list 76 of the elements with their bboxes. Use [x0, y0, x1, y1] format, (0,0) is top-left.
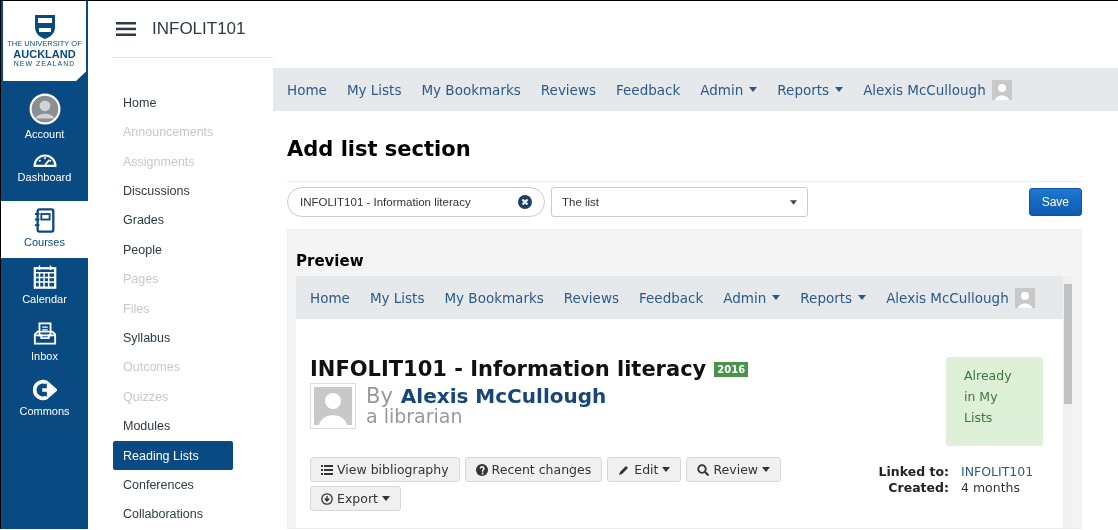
global-nav-item[interactable]: Account [1, 87, 88, 144]
by-label: By [366, 386, 393, 407]
meta-link[interactable]: INFOLIT101 [961, 464, 1043, 479]
exit-arrow-icon [32, 378, 57, 402]
download-icon [321, 492, 333, 505]
course-nav-link[interactable]: Reading Lists [113, 440, 233, 471]
course-nav-link[interactable]: Discussions [113, 176, 233, 206]
list-title: INFOLIT101 - Information literacy [310, 357, 707, 381]
course-nav-link[interactable]: Conferences [113, 470, 233, 500]
nav-link[interactable]: Admin [690, 81, 768, 98]
toolbar-button[interactable]: Review [686, 457, 782, 482]
author-link[interactable]: Alexis McCullough [400, 386, 607, 406]
search-icon [697, 463, 710, 476]
caret-icon [772, 295, 781, 300]
status-box: Already in My Lists [946, 357, 1043, 446]
nav-link[interactable]: My Bookmarks [411, 81, 531, 98]
list-select[interactable]: The list [551, 187, 808, 217]
avatar-icon [1014, 287, 1035, 308]
toolbar-button[interactable]: Edit [607, 457, 682, 482]
meta-value: 4 months [961, 480, 1021, 495]
course-title[interactable]: INFOLIT101 [152, 19, 246, 40]
toolbar-button[interactable]: Export [310, 486, 401, 511]
nav-link[interactable]: Reviews [530, 81, 606, 98]
save-button[interactable]: Save [1028, 188, 1082, 216]
caret-icon [835, 87, 844, 92]
clear-icon[interactable] [518, 195, 532, 209]
author-role: a librarian [366, 407, 464, 426]
notebook-icon [32, 207, 57, 233]
user-menu-link[interactable]: Alexis McCullough [876, 287, 1045, 308]
caret-icon [790, 199, 797, 205]
course-nav-link[interactable]: Syllabus [113, 323, 233, 353]
page-title: Add list section [287, 137, 1082, 182]
course-nav-link[interactable]: Collaborations [113, 499, 233, 529]
preview-title: Preview [296, 252, 365, 270]
year-badge: 2016 [714, 361, 749, 377]
course-nav-link[interactable]: Modules [113, 411, 233, 441]
nav-link[interactable]: My Lists [336, 81, 412, 98]
global-nav-item[interactable]: Calendar [1, 258, 88, 315]
menu-icon[interactable] [116, 22, 136, 37]
avatar-icon [28, 93, 61, 125]
caret-icon [749, 87, 758, 92]
nav-link[interactable]: My Bookmarks [434, 289, 554, 306]
global-nav-item[interactable]: Inbox [1, 315, 88, 372]
caret-icon [381, 496, 390, 501]
course-nav-link[interactable]: People [113, 235, 233, 265]
caret-icon [762, 467, 771, 472]
question-icon [475, 463, 488, 476]
nav-link[interactable]: Reports [767, 81, 854, 98]
meta-label: Linked to: [878, 464, 949, 479]
caret-icon [662, 467, 671, 472]
user-menu-link[interactable]: Alexis McCullough [853, 79, 1022, 100]
global-nav-item[interactable]: Courses [1, 201, 88, 258]
global-nav-item[interactable]: Commons [1, 372, 88, 429]
avatar-icon [991, 79, 1012, 100]
toolbar-button[interactable]: View bibliography [310, 457, 460, 482]
nav-link[interactable]: Feedback [629, 289, 714, 306]
nav-link[interactable]: Feedback [606, 81, 691, 98]
course-nav-link[interactable]: Home [113, 88, 233, 118]
meta-label: Created: [887, 480, 949, 495]
inbox-icon [32, 321, 57, 347]
list-icon [321, 463, 333, 476]
toolbar-button[interactable]: Recent changes [464, 457, 603, 482]
avatar-icon [310, 383, 356, 429]
pencil-icon [618, 463, 631, 476]
nav-link[interactable]: Home [277, 81, 337, 98]
caret-icon [858, 295, 867, 300]
nav-link[interactable]: Reviews [553, 289, 629, 306]
course-nav-link[interactable]: Grades [113, 205, 233, 236]
nav-link[interactable]: Reports [790, 289, 877, 306]
calendar-icon [32, 264, 57, 290]
nav-link[interactable]: Home [300, 289, 360, 306]
nav-link[interactable]: Admin [713, 289, 791, 306]
crest-icon [33, 14, 56, 40]
nav-link[interactable]: My Lists [359, 289, 435, 306]
scrollbar[interactable] [1063, 276, 1073, 528]
global-nav-item[interactable]: Dashboard [1, 144, 88, 201]
